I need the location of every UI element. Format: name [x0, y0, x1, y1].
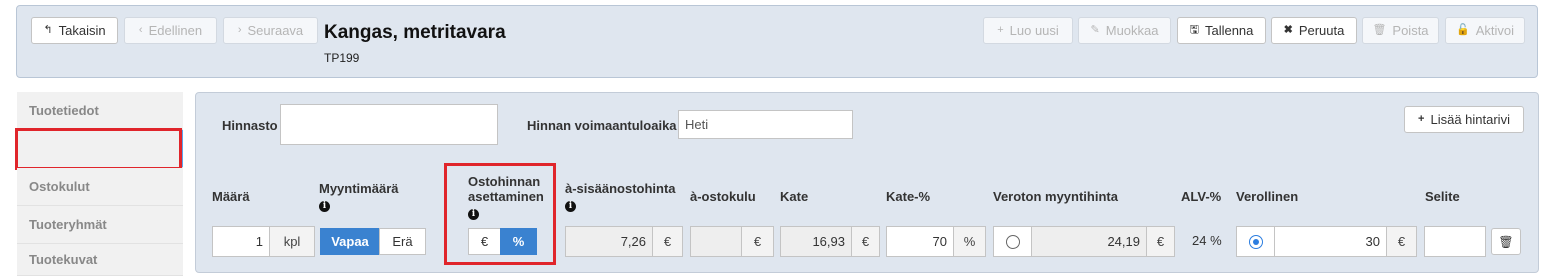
- info-icon[interactable]: i: [565, 200, 576, 212]
- kate-pct-input[interactable]: 70: [886, 226, 954, 257]
- sidebar-item-label: Hintatiedot: [29, 141, 97, 156]
- header-sisaanosto: à-sisäänostohinta i: [565, 181, 676, 212]
- header-myyntimaara-label: Myyntimäärä: [319, 181, 399, 196]
- percent-addon: %: [953, 226, 986, 257]
- veroton-radio[interactable]: [1005, 234, 1020, 249]
- selite-input[interactable]: [1424, 226, 1486, 257]
- unlock-icon: 🔓: [1456, 24, 1470, 36]
- currency-addon: €: [652, 226, 683, 257]
- sidebar-item-label: Tuotetiedot: [29, 103, 99, 118]
- save-button-label: Tallenna: [1204, 23, 1254, 38]
- trash-icon: 🗑: [1498, 234, 1514, 249]
- add-price-row-button[interactable]: + Lisää hintarivi: [1404, 106, 1524, 133]
- sidebar-item-label: Tuotekuvat: [29, 252, 98, 267]
- activate-button-label: Aktivoi: [1475, 23, 1514, 38]
- next-button-label: Seuraava: [247, 23, 304, 38]
- back-button[interactable]: ↰ Takaisin: [31, 17, 118, 44]
- sidebar-item-label: Tuoteryhmät: [29, 217, 107, 232]
- trash-icon: 🗑: [1372, 24, 1387, 36]
- next-button[interactable]: › Seuraava: [223, 17, 318, 44]
- cancel-button[interactable]: ✖ Peruuta: [1271, 17, 1357, 44]
- prev-button[interactable]: ‹ Edellinen: [124, 17, 217, 44]
- plus-icon: +: [1418, 113, 1425, 125]
- header-panel: ↰ Takaisin ‹ Edellinen › Seuraava Kangas…: [16, 5, 1538, 78]
- hinnasto-label: Hinnasto: [222, 118, 278, 133]
- sidebar-item-tuotekuvat[interactable]: Tuotekuvat: [17, 244, 183, 276]
- prev-button-label: Edellinen: [148, 23, 203, 38]
- new-button-label: Luo uusi: [1009, 23, 1059, 38]
- back-arrow-icon: ↰: [43, 24, 53, 36]
- new-button[interactable]: + Luo uusi: [983, 17, 1073, 44]
- add-price-row-label: Lisää hintarivi: [1430, 112, 1510, 127]
- edit-button-label: Muokkaa: [1105, 23, 1159, 38]
- header-ostohinnan-label: Ostohinnan asettaminen: [468, 174, 544, 204]
- hinnasto-input[interactable]: [280, 104, 498, 145]
- sidebar-item-label: Ostokulut: [29, 179, 90, 194]
- activate-button[interactable]: 🔓 Aktivoi: [1445, 17, 1525, 44]
- page-title: Kangas, metritavara: [324, 22, 506, 43]
- myynti-option-vapaa[interactable]: Vapaa: [320, 228, 380, 255]
- close-icon: ✖: [1283, 24, 1293, 36]
- product-code: TP199: [324, 51, 360, 65]
- osto-option-euro[interactable]: €: [468, 228, 501, 255]
- delete-row-button[interactable]: 🗑: [1491, 228, 1521, 255]
- header-kate-pct: Kate-%: [886, 189, 931, 204]
- pencil-icon: ✎: [1090, 24, 1100, 36]
- header-veroton: Veroton myyntihinta: [993, 189, 1118, 204]
- verollinen-radio-wrap[interactable]: [1236, 226, 1275, 257]
- chevron-right-icon: ›: [237, 24, 242, 36]
- delete-button-label: Poista: [1392, 23, 1429, 38]
- alv-value: 24 %: [1192, 233, 1222, 248]
- currency-addon: €: [851, 226, 880, 257]
- unit-addon: kpl: [269, 226, 315, 257]
- verollinen-radio[interactable]: [1248, 234, 1263, 249]
- voimaantulo-label: Hinnan voimaantuloaika: [527, 118, 677, 133]
- cancel-button-label: Peruuta: [1298, 23, 1345, 38]
- chevron-left-icon: ‹: [138, 24, 143, 36]
- plus-icon: +: [997, 24, 1004, 36]
- sidebar-item-ostokulut[interactable]: Ostokulut: [17, 168, 183, 206]
- sisaanosto-input: 7,26: [565, 226, 653, 257]
- header-selite: Selite: [1425, 189, 1460, 204]
- ostokulu-input: [690, 226, 742, 257]
- sidebar-item-tuoteryhmat[interactable]: Tuoteryhmät: [17, 206, 183, 244]
- header-ostohinnan: Ostohinnan asettaminen i: [468, 174, 552, 220]
- veroton-radio-wrap[interactable]: [993, 226, 1032, 257]
- currency-addon: €: [1386, 226, 1417, 257]
- header-maara: Määrä: [212, 189, 250, 204]
- voimaantulo-input[interactable]: Heti: [678, 110, 853, 139]
- veroton-input: 24,19: [1031, 226, 1147, 257]
- edit-button[interactable]: ✎ Muokkaa: [1078, 17, 1171, 44]
- info-icon[interactable]: i: [319, 200, 330, 212]
- floppy-disk-icon: 🖫: [1189, 24, 1199, 36]
- myynti-option-era[interactable]: Erä: [379, 228, 426, 255]
- back-button-label: Takaisin: [58, 23, 106, 38]
- header-ostokulu: à-ostokulu: [690, 189, 756, 204]
- currency-addon: €: [741, 226, 774, 257]
- sidebar-item-tuotetiedot[interactable]: Tuotetiedot: [17, 92, 183, 130]
- sidebar-item-hintatiedot[interactable]: Hintatiedot: [17, 130, 183, 168]
- maara-input[interactable]: 1: [212, 226, 270, 257]
- info-icon[interactable]: i: [468, 209, 479, 220]
- header-verollinen: Verollinen: [1236, 189, 1299, 204]
- header-sisaanosto-label: à-sisäänostohinta: [565, 181, 676, 196]
- save-button[interactable]: 🖫 Tallenna: [1177, 17, 1266, 44]
- kate-input: 16,93: [780, 226, 852, 257]
- header-kate: Kate: [780, 189, 809, 204]
- delete-button[interactable]: 🗑 Poista: [1362, 17, 1439, 44]
- osto-option-percent[interactable]: %: [500, 228, 537, 255]
- header-alv: ALV-%: [1181, 189, 1222, 204]
- header-myyntimaara: Myyntimäärä i: [319, 181, 398, 212]
- verollinen-input[interactable]: 30: [1274, 226, 1387, 257]
- currency-addon: €: [1146, 226, 1175, 257]
